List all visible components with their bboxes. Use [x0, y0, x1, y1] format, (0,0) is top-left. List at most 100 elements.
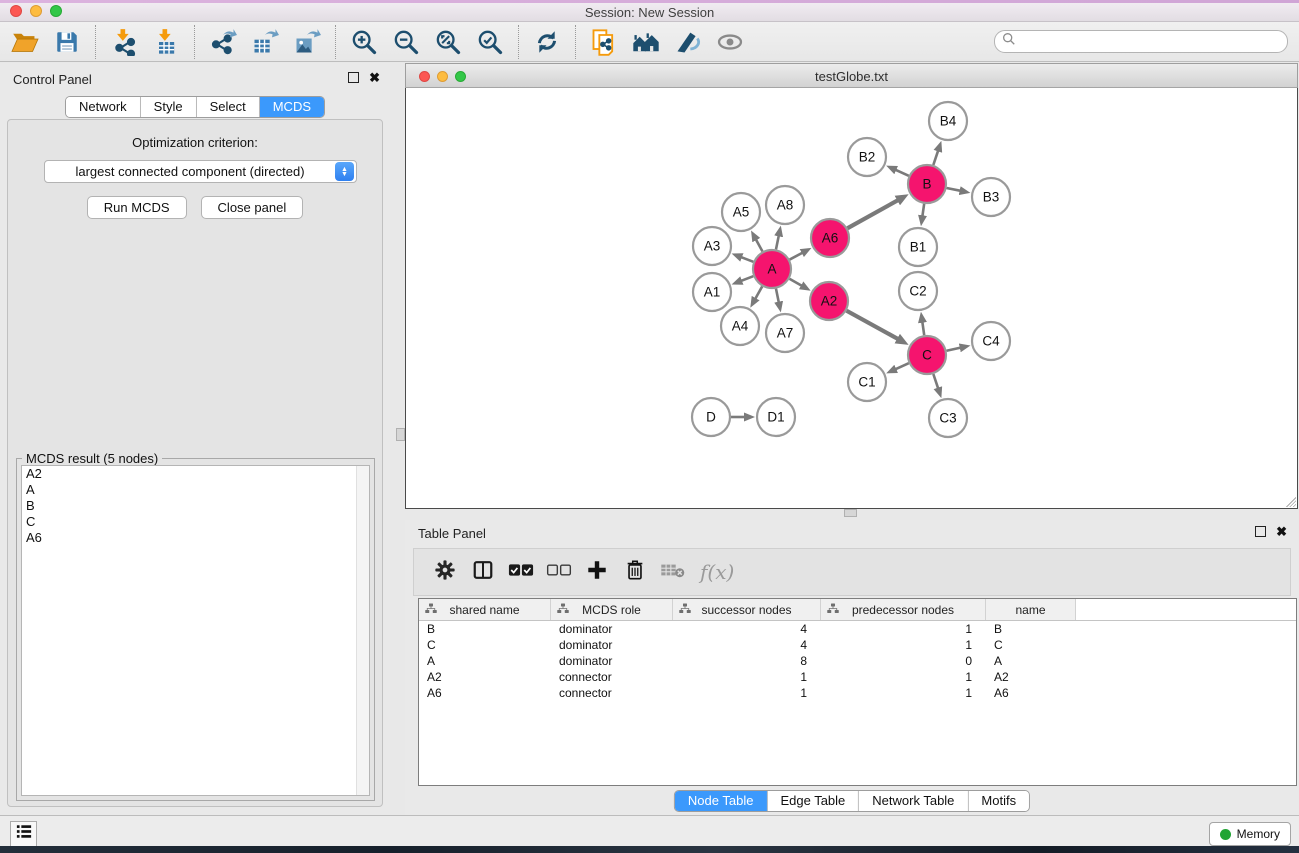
zoom-fit-button[interactable]	[427, 24, 469, 60]
column-header-label: successor nodes	[701, 603, 791, 617]
table-row[interactable]: Cdominator41C	[419, 637, 1296, 653]
list-item[interactable]: C	[22, 514, 369, 530]
network-view-window: testGlobe.txt AA1A2A3A4A5A6A7A8BB1B2B3B4…	[405, 63, 1298, 509]
desktop-background	[0, 846, 1299, 853]
scrollbar-track[interactable]	[356, 466, 369, 795]
graph-node-label: C4	[982, 334, 1000, 349]
delete-columns-button[interactable]	[618, 555, 652, 589]
vertical-splitter-grip[interactable]	[396, 428, 405, 441]
zoom-in-button[interactable]	[343, 24, 385, 60]
close-table-panel-icon[interactable]: ✖	[1276, 526, 1287, 537]
table-row[interactable]: Adominator80A	[419, 653, 1296, 669]
list-item[interactable]: A	[22, 482, 369, 498]
titlebar-accent	[0, 0, 1299, 3]
graph-edge[interactable]	[895, 170, 908, 176]
delete-table-button[interactable]	[656, 555, 690, 589]
graph-edge[interactable]	[755, 286, 762, 299]
open-session-button[interactable]	[4, 24, 46, 60]
float-table-panel-icon[interactable]	[1255, 526, 1266, 537]
table-row[interactable]: A2connector11A2	[419, 669, 1296, 685]
table-panel-tabs: Node Table Edge Table Network Table Moti…	[674, 790, 1030, 812]
export-image-button[interactable]	[286, 24, 328, 60]
graph-edge[interactable]	[847, 311, 899, 339]
graph-edge[interactable]	[789, 279, 802, 286]
table-row[interactable]: Bdominator41B	[419, 621, 1296, 637]
import-table-button[interactable]	[145, 24, 187, 60]
home-button[interactable]	[625, 24, 667, 60]
export-network-button[interactable]	[202, 24, 244, 60]
run-mcds-button[interactable]: Run MCDS	[87, 196, 187, 219]
graph-edge[interactable]	[776, 289, 779, 303]
column-header-successor-nodes[interactable]: successor nodes	[673, 599, 821, 620]
refresh-view-button[interactable]	[526, 24, 568, 60]
column-tree-icon	[557, 603, 569, 617]
tab-mcds[interactable]: MCDS	[260, 97, 324, 117]
graph-edge[interactable]	[790, 253, 803, 260]
toolbar-separator	[575, 25, 576, 59]
column-header-shared-name[interactable]: shared name	[419, 599, 551, 620]
graph-edge[interactable]	[776, 235, 779, 249]
close-panel-button[interactable]: Close panel	[201, 196, 304, 219]
graph-edge[interactable]	[847, 200, 898, 228]
graph-edge[interactable]	[756, 239, 763, 251]
horizontal-splitter-grip[interactable]	[844, 509, 857, 517]
show-hide-graphics-button[interactable]	[667, 24, 709, 60]
float-panel-icon[interactable]	[348, 72, 359, 83]
graph-edge[interactable]	[933, 374, 938, 389]
zoom-out-button[interactable]	[385, 24, 427, 60]
search-input[interactable]	[1021, 33, 1287, 51]
export-table-button[interactable]	[244, 24, 286, 60]
tab-select[interactable]: Select	[197, 97, 260, 117]
function-builder-button[interactable]: f(x)	[700, 560, 734, 584]
graph-edge[interactable]	[933, 150, 938, 165]
network-documents-button[interactable]	[583, 24, 625, 60]
checked-boxes-icon	[508, 562, 534, 583]
column-header-predecessor-nodes[interactable]: predecessor nodes	[821, 599, 986, 620]
close-panel-icon[interactable]: ✖	[369, 72, 380, 83]
import-network-icon	[110, 28, 138, 56]
import-network-button[interactable]	[103, 24, 145, 60]
tab-network[interactable]: Network	[66, 97, 141, 117]
graph-edge[interactable]	[922, 322, 924, 335]
column-header-mcds-role[interactable]: MCDS role	[551, 599, 673, 620]
zoom-selected-button[interactable]	[469, 24, 511, 60]
criterion-dropdown[interactable]: largest connected component (directed) ▲…	[44, 160, 357, 183]
list-item[interactable]: B	[22, 498, 369, 514]
list-item[interactable]: A2	[22, 466, 369, 482]
graph-edge[interactable]	[741, 257, 753, 262]
memory-button[interactable]: Memory	[1209, 822, 1291, 846]
save-session-button[interactable]	[46, 24, 88, 60]
table-cell: A2	[419, 670, 551, 684]
tab-network-table[interactable]: Network Table	[859, 791, 968, 811]
table-cell: A2	[986, 670, 1076, 684]
tab-style[interactable]: Style	[141, 97, 197, 117]
network-canvas[interactable]: AA1A2A3A4A5A6A7A8BB1B2B3B4CC1C2C3C4DD1	[405, 88, 1298, 509]
show-columns-button[interactable]	[466, 555, 500, 589]
deselect-all-button[interactable]	[542, 555, 576, 589]
document-network-icon	[590, 28, 618, 56]
tab-edge-table[interactable]: Edge Table	[767, 791, 859, 811]
graph-edge[interactable]	[947, 348, 961, 351]
graph-edge[interactable]	[947, 188, 961, 191]
column-header-name[interactable]: name	[986, 599, 1076, 620]
window-resize-handle[interactable]	[1284, 495, 1296, 507]
table-row[interactable]: A6connector11A6	[419, 685, 1296, 701]
tab-motifs[interactable]: Motifs	[968, 791, 1029, 811]
gear-icon	[434, 559, 456, 586]
create-column-button[interactable]	[580, 555, 614, 589]
mcds-result-list[interactable]: A2ABCA6	[21, 465, 370, 796]
graph-edge[interactable]	[741, 276, 753, 281]
show-hide-annotations-button[interactable]	[709, 24, 751, 60]
list-icon	[16, 824, 32, 844]
select-all-button[interactable]	[504, 555, 538, 589]
list-item[interactable]: A6	[22, 530, 369, 546]
table-mode-button[interactable]	[428, 555, 462, 589]
graph-edge[interactable]	[922, 204, 924, 217]
task-history-button[interactable]	[10, 821, 37, 847]
graph-edge[interactable]	[895, 363, 908, 369]
graph-node-label: C3	[939, 411, 956, 426]
network-window-titlebar[interactable]: testGlobe.txt	[405, 63, 1298, 88]
table-cell: 1	[673, 670, 821, 684]
search-field[interactable]	[994, 30, 1288, 53]
tab-node-table[interactable]: Node Table	[675, 791, 768, 811]
